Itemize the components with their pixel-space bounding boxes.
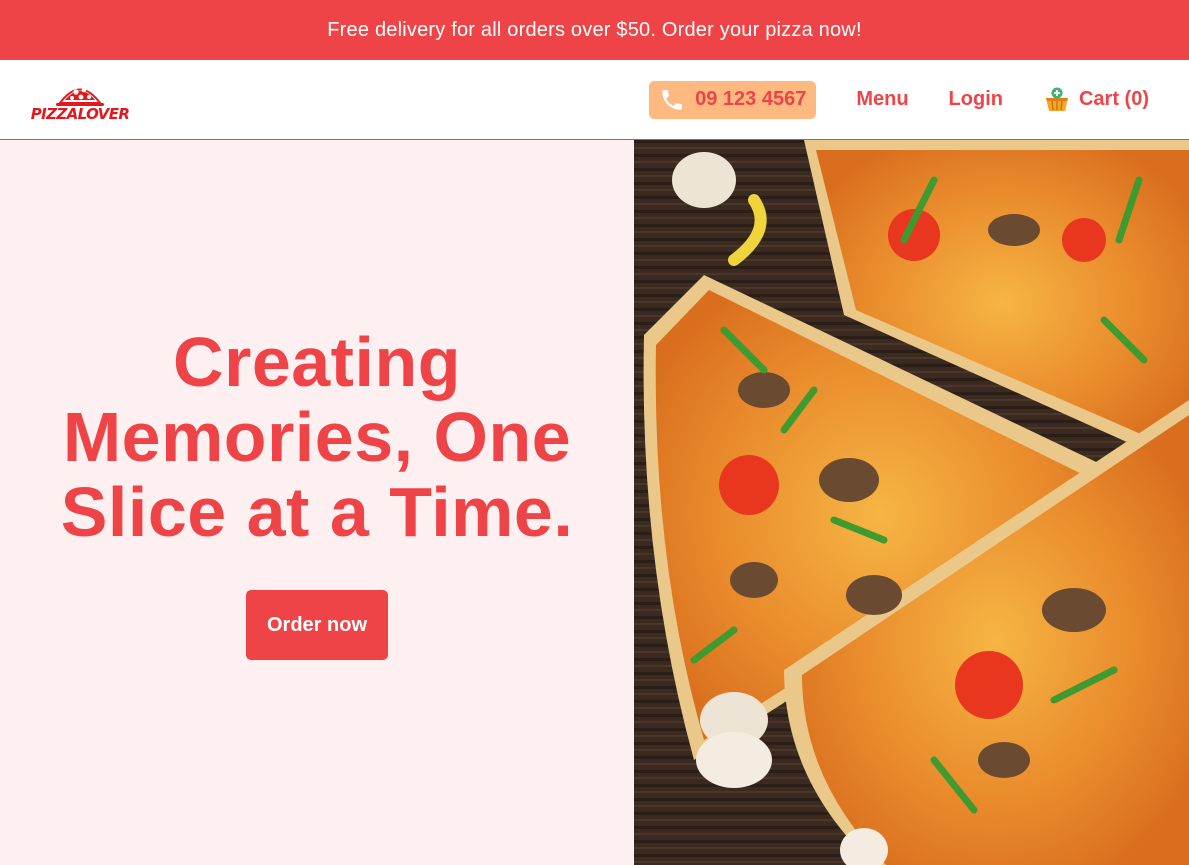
pizza-image-illustration [634,140,1189,865]
cart-button[interactable]: Cart (0) [1043,86,1149,114]
site-header: PIZZALOVER 09 123 4567 Menu Login Cart (… [0,60,1189,140]
hero-text-panel: Creating Memories, One Slice at a Time. … [0,140,634,865]
shopping-basket-icon [1045,87,1068,111]
pizza-slice-logo-icon [56,87,104,106]
hero-section: Creating Memories, One Slice at a Time. … [0,140,1189,865]
nav-link-menu[interactable]: Menu [856,88,908,111]
logo-text: PIZZALOVER [30,104,130,123]
promo-text: Free delivery for all orders over $50. O… [327,18,862,41]
pizza-photo [634,140,1189,865]
hero-title-line: Slice at a Time. [60,473,574,551]
nav-link-login[interactable]: Login [949,88,1003,111]
main-nav: 09 123 4567 Menu Login Cart (0) [649,80,1149,119]
hero-title-line: Creating [173,323,461,401]
phone-icon [662,89,682,110]
hero-title-line: Memories, One [62,398,572,476]
cart-label: Cart (0) [1078,88,1149,110]
hero-title: Creating Memories, One Slice at a Time. [17,325,617,550]
phone-number: 09 123 4567 [695,88,807,110]
logo[interactable]: PIZZALOVER [31,77,130,123]
promo-banner: Free delivery for all orders over $50. O… [0,0,1189,60]
phone-button[interactable]: 09 123 4567 [649,80,817,119]
order-now-button[interactable]: Order now [246,590,388,660]
